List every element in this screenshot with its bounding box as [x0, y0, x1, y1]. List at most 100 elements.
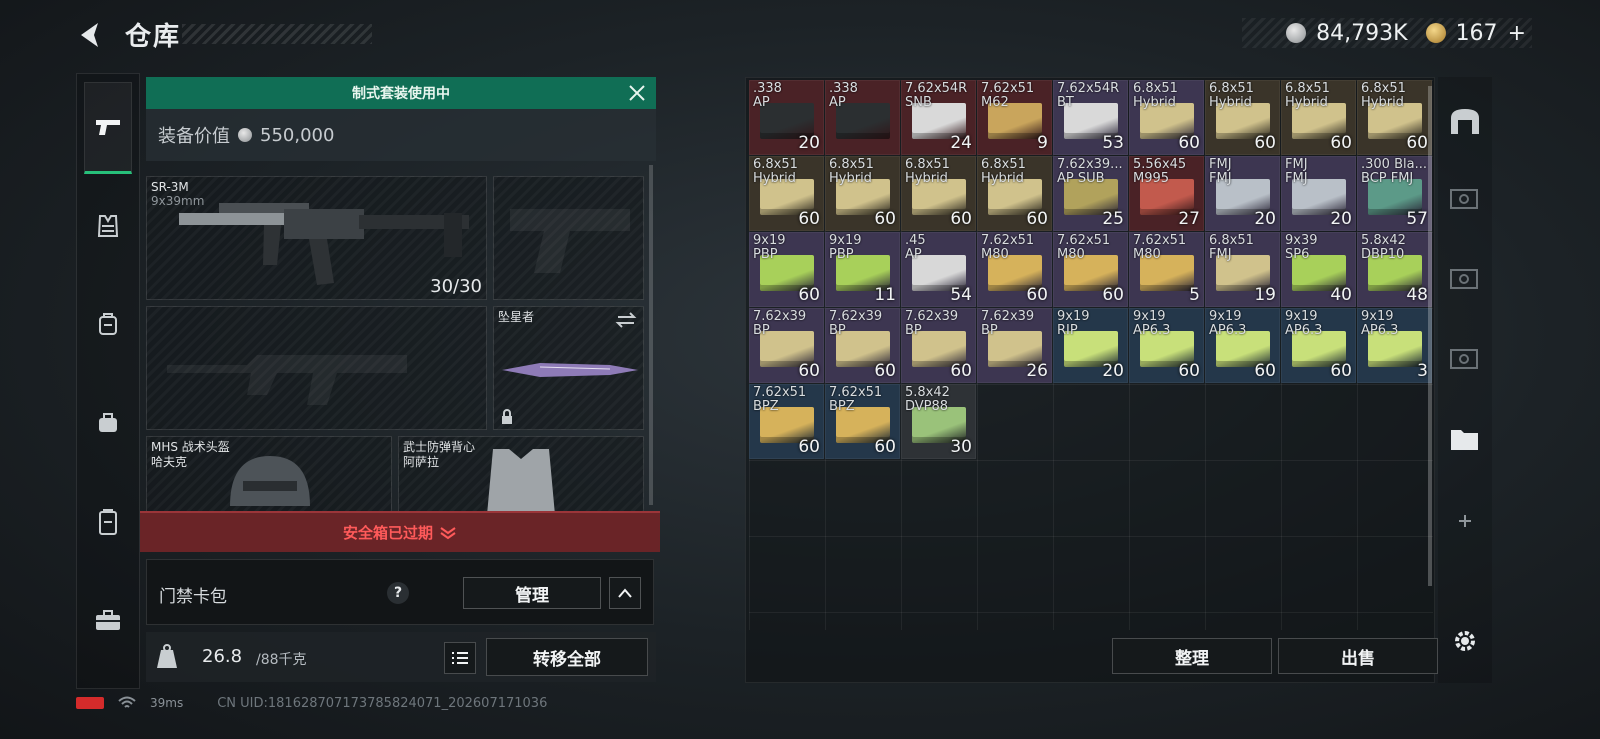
stash-item[interactable]: 7.62x54R BT 53 [1053, 80, 1128, 155]
uid-text: CN UID:181628707173785824071_20260717103… [217, 695, 548, 711]
stash-item[interactable]: 7.62x39 BP 26 [977, 308, 1052, 383]
loadout-scrollbar[interactable] [649, 165, 653, 505]
stash-item[interactable]: 5.8x42 DBP10 48 [1357, 232, 1432, 307]
stash-item[interactable]: 6.8x51 Hybrid 60 [1357, 80, 1432, 155]
stash-item-qty: 9 [1037, 133, 1048, 153]
stash-item[interactable]: 5.56x45 M995 27 [1129, 156, 1204, 231]
add-currency-button[interactable]: + [1508, 21, 1526, 46]
collapse-button[interactable] [609, 577, 641, 609]
stash-item[interactable]: 9x19 PBP 11 [825, 232, 900, 307]
safe-box-expired-bar[interactable]: 安全箱已过期 [140, 511, 660, 552]
case-icon [99, 509, 117, 535]
secondary-weapon-slot[interactable] [146, 306, 487, 430]
stash-item-name: 6.8x51 Hybrid [829, 157, 874, 186]
stash-item-qty: 20 [798, 133, 820, 153]
stash-item[interactable]: 9x19 AP6.3 60 [1205, 308, 1280, 383]
stash-item[interactable]: .300 Bla... BCP FMJ 57 [1357, 156, 1432, 231]
preset-banner-text: 制式套装使用中 [352, 86, 450, 102]
stash-item-qty: 60 [798, 361, 820, 381]
stash-scrollbar[interactable] [1428, 86, 1432, 586]
rail-tab-weapons[interactable] [84, 82, 132, 174]
bag-icon [99, 413, 117, 432]
stash-item[interactable]: 6.8x51 Hybrid 60 [901, 156, 976, 231]
equipment-value-row: 装备价值 550,000 [146, 109, 656, 161]
add-stash-page-button[interactable] [1443, 499, 1487, 543]
primary-weapon-slot[interactable]: SR-3M 9x39mm 30/30 [146, 176, 487, 300]
stash-item[interactable]: 6.8x51 Hybrid 60 [1129, 80, 1204, 155]
stash-item-qty: 30 [950, 437, 972, 457]
stash-item[interactable]: 6.8x51 Hybrid 60 [1205, 80, 1280, 155]
stash-item-qty: 25 [1102, 209, 1124, 229]
stash-tab-v3[interactable] [1443, 335, 1487, 379]
stash-item-qty: 54 [950, 285, 972, 305]
stash-item[interactable]: 7.62x51 BPZ 60 [825, 384, 900, 459]
stash-item[interactable]: 9x19 AP6.3 60 [1281, 308, 1356, 383]
stash-item[interactable]: .338 AP 20 [749, 80, 824, 155]
stash-item[interactable]: 7.62x51 M80 60 [977, 232, 1052, 307]
stash-tab-v2[interactable] [1443, 255, 1487, 299]
stash-item[interactable]: 5.8x42 DVP88 30 [901, 384, 976, 459]
money-coin-icon [1286, 23, 1307, 43]
armor-vest-icon [487, 449, 555, 515]
stash-item[interactable]: .45 AP 54 [901, 232, 976, 307]
vest-slot[interactable]: 武士防弹背心 阿萨拉 [398, 436, 644, 516]
stash-item-name: .338 AP [829, 81, 858, 110]
stash-item[interactable]: 6.8x51 FMJ 19 [1205, 232, 1280, 307]
rail-tab-toolbox[interactable] [84, 596, 132, 644]
stash-item[interactable]: 7.62x51 BPZ 60 [749, 384, 824, 459]
stash-item-qty: 60 [1026, 285, 1048, 305]
stash-item[interactable]: FMJ FMJ 20 [1205, 156, 1280, 231]
stash-item-qty: 27 [1178, 209, 1200, 229]
sort-button[interactable]: 整理 [1112, 638, 1272, 674]
knife-icon [502, 363, 638, 377]
rail-tab-backpack[interactable] [84, 300, 132, 348]
stash-item-qty: 11 [874, 285, 896, 305]
stash-item[interactable]: 9x19 AP6.3 60 [1129, 308, 1204, 383]
stash-item-name: 7.62x54R SNB [905, 81, 968, 110]
stash-item[interactable]: 9x19 RIP 20 [1053, 308, 1128, 383]
stash-item[interactable]: 7.62x39 BP 60 [901, 308, 976, 383]
list-view-button[interactable] [444, 642, 476, 674]
stash-item[interactable]: 7.62x51 M80 60 [1053, 232, 1128, 307]
stash-item[interactable]: FMJ FMJ 20 [1281, 156, 1356, 231]
stash-item-qty: 20 [1330, 209, 1352, 229]
folder-icon [1451, 430, 1478, 450]
swap-button[interactable] [615, 311, 637, 329]
rail-tab-bag[interactable] [84, 398, 132, 446]
stash-item[interactable]: 6.8x51 Hybrid 60 [1281, 80, 1356, 155]
stash-item[interactable]: 9x19 PBP 60 [749, 232, 824, 307]
stash-item-qty: 60 [798, 285, 820, 305]
helmet-slot[interactable]: MHS 战术头盔 哈夫克 [146, 436, 392, 516]
back-button[interactable] [74, 18, 108, 52]
settings-button[interactable] [1443, 619, 1487, 663]
stash-item[interactable]: 6.8x51 Hybrid 60 [825, 156, 900, 231]
stash-tab-home[interactable] [1443, 99, 1487, 143]
manage-button[interactable]: 管理 [463, 577, 601, 609]
stash-item[interactable]: 7.62x39 BP 60 [825, 308, 900, 383]
stash-item[interactable]: .338 AP [825, 80, 900, 155]
stash-tab-iv[interactable] [1443, 415, 1487, 459]
stash-item[interactable]: 6.8x51 Hybrid 60 [977, 156, 1052, 231]
stash-item-qty: 60 [1330, 361, 1352, 381]
banner-close-button[interactable] [626, 82, 648, 104]
stash-tab-v1[interactable] [1443, 175, 1487, 219]
stash-item[interactable]: 9x19 AP6.3 3 [1357, 308, 1432, 383]
stash-item[interactable]: 7.62x54R SNB 24 [901, 80, 976, 155]
weight-icon [152, 642, 182, 672]
rail-tab-case[interactable] [84, 498, 132, 546]
melee-slot[interactable]: 坠星者 [493, 306, 644, 430]
stash-item[interactable]: 7.62x39 BP 60 [749, 308, 824, 383]
stash-item[interactable]: 7.62x39... AP SUB 25 [1053, 156, 1128, 231]
pistol-slot[interactable] [493, 176, 644, 300]
stash-item-name: .338 AP [753, 81, 782, 110]
sell-button[interactable]: 出售 [1278, 638, 1438, 674]
stash-item-name: 6.8x51 Hybrid [905, 157, 950, 186]
stash-item[interactable]: 7.62x51 M80 5 [1129, 232, 1204, 307]
rail-tab-vest[interactable] [84, 202, 132, 250]
stash-item-name: 9x19 AP6.3 [1209, 309, 1247, 338]
transfer-all-button[interactable]: 转移全部 [486, 638, 648, 676]
stash-item[interactable]: 9x39 SP6 40 [1281, 232, 1356, 307]
help-button[interactable]: ? [387, 582, 409, 604]
stash-item[interactable]: 6.8x51 Hybrid 60 [749, 156, 824, 231]
stash-item[interactable]: 7.62x51 M62 9 [977, 80, 1052, 155]
